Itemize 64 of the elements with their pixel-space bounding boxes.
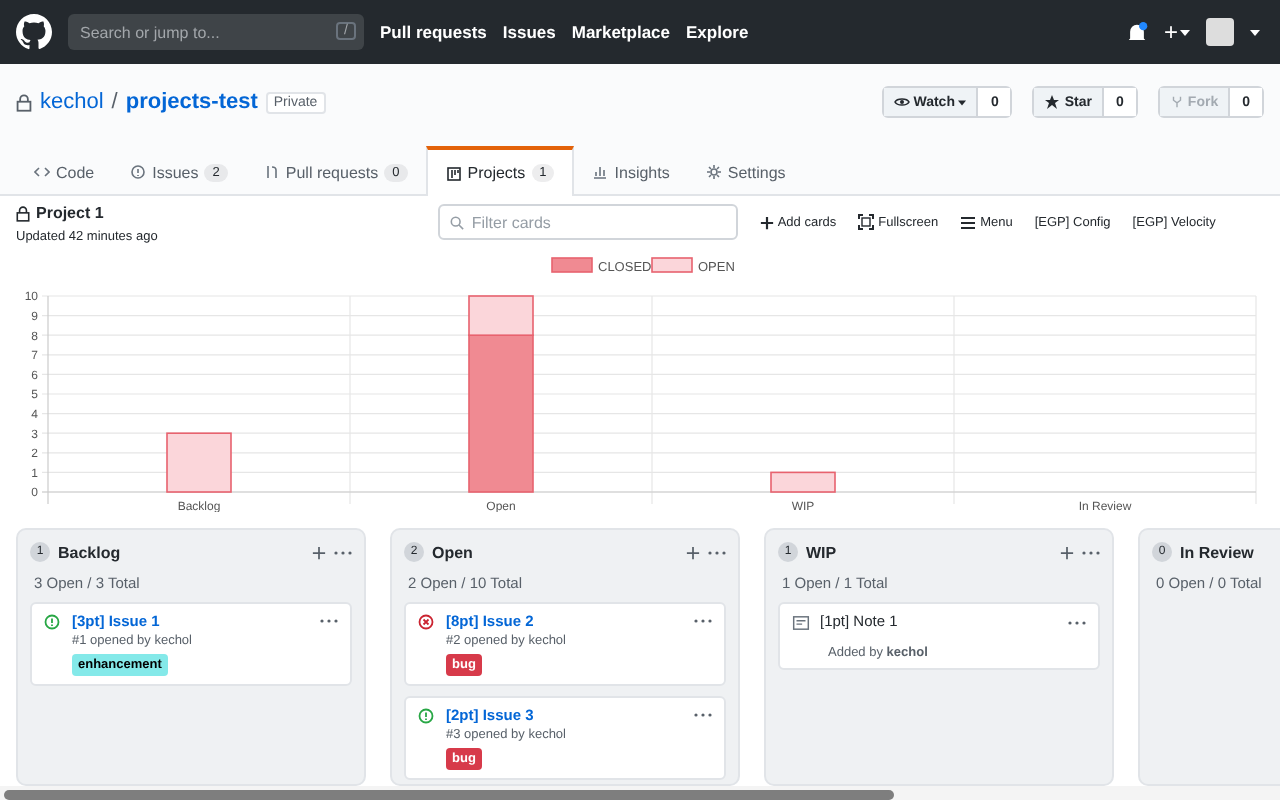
repo-tab[interactable]: Settings: [687, 146, 804, 194]
project-board-icon: [445, 165, 462, 181]
tab-label: Insights: [614, 163, 670, 181]
path-separator: /: [111, 90, 118, 114]
bar-graph-icon: [592, 164, 609, 180]
column-title: WIP: [806, 543, 839, 561]
bar-segment: [166, 432, 232, 493]
horizontal-scrollbar[interactable]: [0, 786, 1280, 800]
project-title: Project 1: [36, 204, 104, 222]
fork-icon: [1169, 94, 1184, 110]
column-title: Open: [432, 543, 475, 561]
gear-icon: [705, 164, 722, 180]
column-menu-button[interactable]: [1082, 549, 1100, 555]
octocat-logo-icon: [16, 14, 52, 50]
nav-link[interactable]: Explore: [686, 22, 749, 42]
create-new-button[interactable]: +: [1163, 18, 1190, 46]
code-icon: [34, 164, 50, 180]
more-icon: [1082, 549, 1100, 555]
bell-icon[interactable]: [1125, 21, 1148, 43]
note-icon: [792, 614, 810, 632]
issue-icon: [130, 164, 147, 180]
lock-icon: [16, 93, 32, 111]
star-icon: [1044, 94, 1061, 110]
fullscreen-icon: [858, 214, 875, 230]
repo-tab[interactable]: Insights: [574, 146, 688, 194]
column-menu-button[interactable]: [708, 549, 726, 555]
bar-segment: [770, 471, 836, 493]
more-icon: [694, 618, 712, 624]
add-card-button[interactable]: [312, 545, 326, 559]
column-title: Backlog: [58, 543, 123, 561]
owner-link[interactable]: kechol: [40, 90, 104, 114]
plus-icon: [686, 545, 700, 559]
scrollbar-thumb[interactable]: [4, 790, 894, 800]
column-title: In Review: [1180, 543, 1256, 561]
nav-link[interactable]: Issues: [502, 22, 556, 42]
more-icon: [320, 618, 338, 624]
pull-request-icon: [263, 164, 280, 180]
caret-icon: [1180, 29, 1190, 35]
add-card-button[interactable]: [1060, 545, 1074, 559]
plus-icon: [759, 215, 774, 229]
lock-icon: [16, 205, 30, 221]
tab-label: Projects: [467, 164, 526, 182]
more-icon: [708, 549, 726, 555]
column-menu-button[interactable]: [334, 549, 352, 555]
eye-icon: [893, 94, 910, 110]
menu-icon: [960, 215, 977, 229]
nav-link[interactable]: Pull requests: [380, 22, 487, 42]
add-card-button[interactable]: [686, 545, 700, 559]
caret-icon: [958, 99, 967, 105]
tab-label: Pull requests: [285, 163, 379, 181]
more-icon: [1068, 619, 1086, 625]
search-icon: [449, 216, 464, 230]
nav-link[interactable]: Marketplace: [571, 22, 670, 42]
tab-label: Code: [56, 163, 95, 181]
caret-icon: [1250, 29, 1260, 35]
tab-label: Settings: [727, 163, 786, 181]
tab-label: Issues: [152, 163, 199, 181]
repo-link[interactable]: projects-test: [125, 90, 258, 114]
more-icon: [694, 712, 712, 718]
filter-cards-field[interactable]: Filter cards: [437, 204, 738, 240]
repo-tab[interactable]: Code: [16, 146, 113, 194]
plus-icon: [1060, 545, 1074, 559]
more-icon: [334, 549, 352, 555]
plus-icon: [312, 545, 326, 559]
